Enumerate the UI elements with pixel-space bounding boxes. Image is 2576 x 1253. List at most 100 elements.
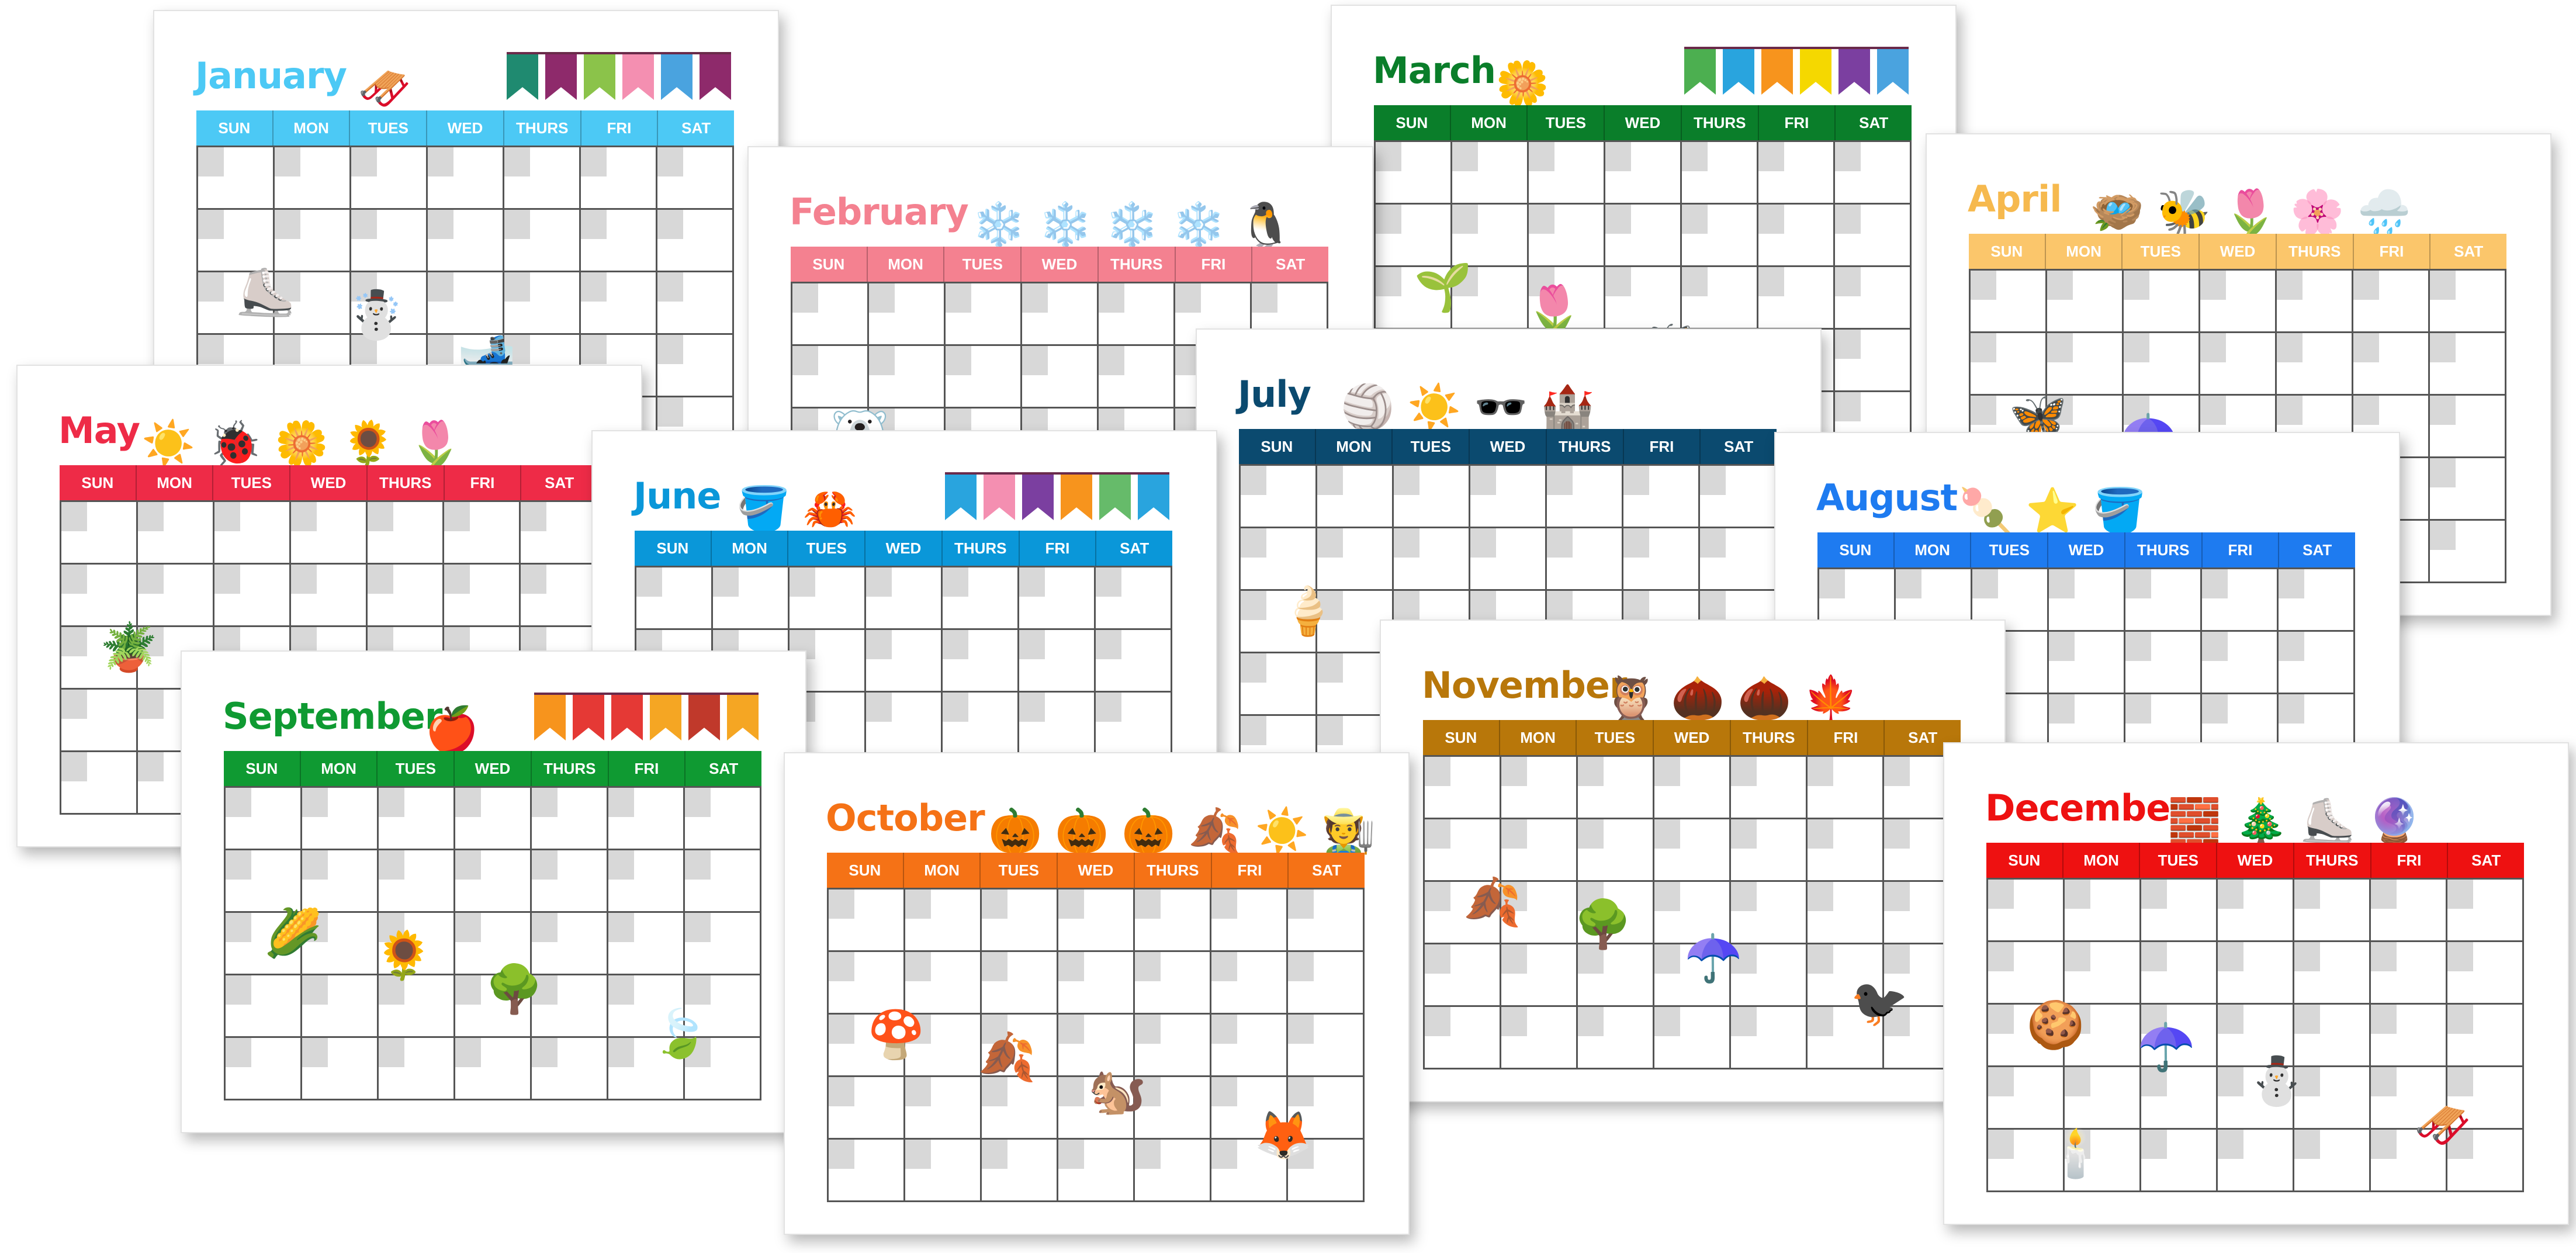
calendar-page-september[interactable]: September 🍎 SUN MON TUES WED THURS FRI SAT 🌽 🌳 🌻 🍃: [181, 650, 806, 1133]
day-cell[interactable]: [1394, 466, 1470, 527]
day-cell[interactable]: [2430, 396, 2506, 456]
day-cell[interactable]: [1682, 142, 1758, 203]
day-cell[interactable]: [1835, 330, 1912, 390]
day-cell[interactable]: [428, 210, 504, 271]
day-cell[interactable]: [905, 889, 982, 950]
day-cell[interactable]: [2125, 632, 2202, 693]
day-cell[interactable]: [2200, 333, 2277, 394]
day-cell[interactable]: [905, 952, 982, 1013]
day-cell[interactable]: [2353, 271, 2430, 331]
day-cell[interactable]: [2294, 880, 2371, 940]
day-cell[interactable]: [1501, 819, 1578, 880]
calendar-page-december[interactable]: December 🧱 🎄 ⛸️ 🔮 SUN MON TUES WED THURS FRI SAT 🍪 ⛄ ☂…: [1943, 742, 2569, 1225]
day-cell[interactable]: [581, 210, 657, 271]
day-cell[interactable]: [1452, 205, 1529, 265]
day-cell[interactable]: [2200, 271, 2277, 331]
day-cell[interactable]: [138, 502, 214, 563]
day-cell[interactable]: [455, 1038, 532, 1099]
day-cell[interactable]: [982, 1140, 1058, 1200]
day-cell[interactable]: [291, 502, 368, 563]
day-cell[interactable]: [1288, 952, 1365, 1013]
day-cell[interactable]: [1394, 528, 1470, 589]
day-cell[interactable]: [657, 335, 734, 396]
day-cell[interactable]: [982, 1077, 1058, 1138]
day-cell[interactable]: [379, 850, 455, 911]
day-cell[interactable]: [829, 1077, 905, 1138]
day-cell[interactable]: [368, 565, 444, 625]
day-cell[interactable]: [1654, 819, 1731, 880]
day-cell[interactable]: [1547, 466, 1623, 527]
day-cell[interactable]: [1135, 889, 1211, 950]
day-cell[interactable]: [1731, 757, 1808, 818]
day-cell[interactable]: [866, 567, 943, 628]
day-cell[interactable]: [2218, 880, 2294, 940]
day-cell[interactable]: [829, 1140, 905, 1200]
day-cell[interactable]: [2047, 271, 2124, 331]
day-cell[interactable]: [1211, 1015, 1288, 1075]
day-cell[interactable]: [685, 788, 761, 849]
day-cell[interactable]: [1501, 1007, 1578, 1068]
day-cell[interactable]: [2049, 569, 2125, 630]
day-cell[interactable]: [1654, 757, 1731, 818]
day-cell[interactable]: [1578, 944, 1654, 1005]
day-cell[interactable]: [428, 147, 504, 208]
day-cell[interactable]: [869, 283, 946, 344]
day-cell[interactable]: [455, 850, 532, 911]
day-cell[interactable]: [2202, 569, 2279, 630]
day-cell[interactable]: [869, 346, 946, 407]
day-cell[interactable]: [1019, 693, 1096, 753]
day-cell[interactable]: [1623, 466, 1700, 527]
day-cell[interactable]: [2125, 569, 2202, 630]
day-cell[interactable]: [1988, 1067, 2065, 1128]
day-cell[interactable]: [2141, 942, 2218, 1003]
day-cell[interactable]: [532, 788, 608, 849]
day-cell[interactable]: [1547, 528, 1623, 589]
day-cell[interactable]: [2141, 1130, 2218, 1190]
day-cell[interactable]: [1529, 205, 1605, 265]
day-cell[interactable]: [2049, 632, 2125, 693]
day-cell[interactable]: [2294, 942, 2371, 1003]
day-cell[interactable]: [636, 567, 713, 628]
day-cell[interactable]: [1099, 346, 1175, 407]
day-cell[interactable]: [946, 346, 1022, 407]
day-cell[interactable]: [1731, 1007, 1808, 1068]
day-cell[interactable]: [1019, 630, 1096, 691]
day-cell[interactable]: [2430, 333, 2506, 394]
day-cell[interactable]: [905, 1077, 982, 1138]
day-cell[interactable]: [1835, 205, 1912, 265]
day-cell[interactable]: [351, 147, 428, 208]
day-cell[interactable]: [455, 788, 532, 849]
day-cell[interactable]: [2447, 942, 2524, 1003]
day-cell[interactable]: [61, 565, 138, 625]
day-cell[interactable]: [581, 272, 657, 333]
day-cell[interactable]: [521, 565, 597, 625]
day-cell[interactable]: [2294, 1130, 2371, 1190]
day-cell[interactable]: [1425, 944, 1501, 1005]
day-cell[interactable]: [1988, 942, 2065, 1003]
day-cell[interactable]: [790, 567, 866, 628]
day-cell[interactable]: [504, 210, 581, 271]
day-cell[interactable]: [657, 210, 734, 271]
day-cell[interactable]: [379, 788, 455, 849]
day-cell[interactable]: [657, 272, 734, 333]
day-cell[interactable]: [214, 565, 291, 625]
day-cell[interactable]: [302, 788, 379, 849]
day-cell[interactable]: [1058, 1140, 1135, 1200]
day-cell[interactable]: [982, 952, 1058, 1013]
day-cell[interactable]: [1452, 142, 1529, 203]
day-cell[interactable]: [1096, 567, 1172, 628]
day-cell[interactable]: [138, 565, 214, 625]
day-cell[interactable]: [1241, 653, 1317, 714]
day-cell[interactable]: [291, 565, 368, 625]
day-cell[interactable]: [1731, 819, 1808, 880]
day-cell[interactable]: [226, 975, 302, 1036]
day-cell[interactable]: [1578, 819, 1654, 880]
day-cell[interactable]: [1135, 1140, 1211, 1200]
day-cell[interactable]: [713, 567, 790, 628]
day-cell[interactable]: [1425, 1007, 1501, 1068]
day-cell[interactable]: [866, 693, 943, 753]
day-cell[interactable]: [1700, 528, 1777, 589]
day-cell[interactable]: [946, 283, 1022, 344]
day-cell[interactable]: [2353, 333, 2430, 394]
day-cell[interactable]: [444, 565, 521, 625]
